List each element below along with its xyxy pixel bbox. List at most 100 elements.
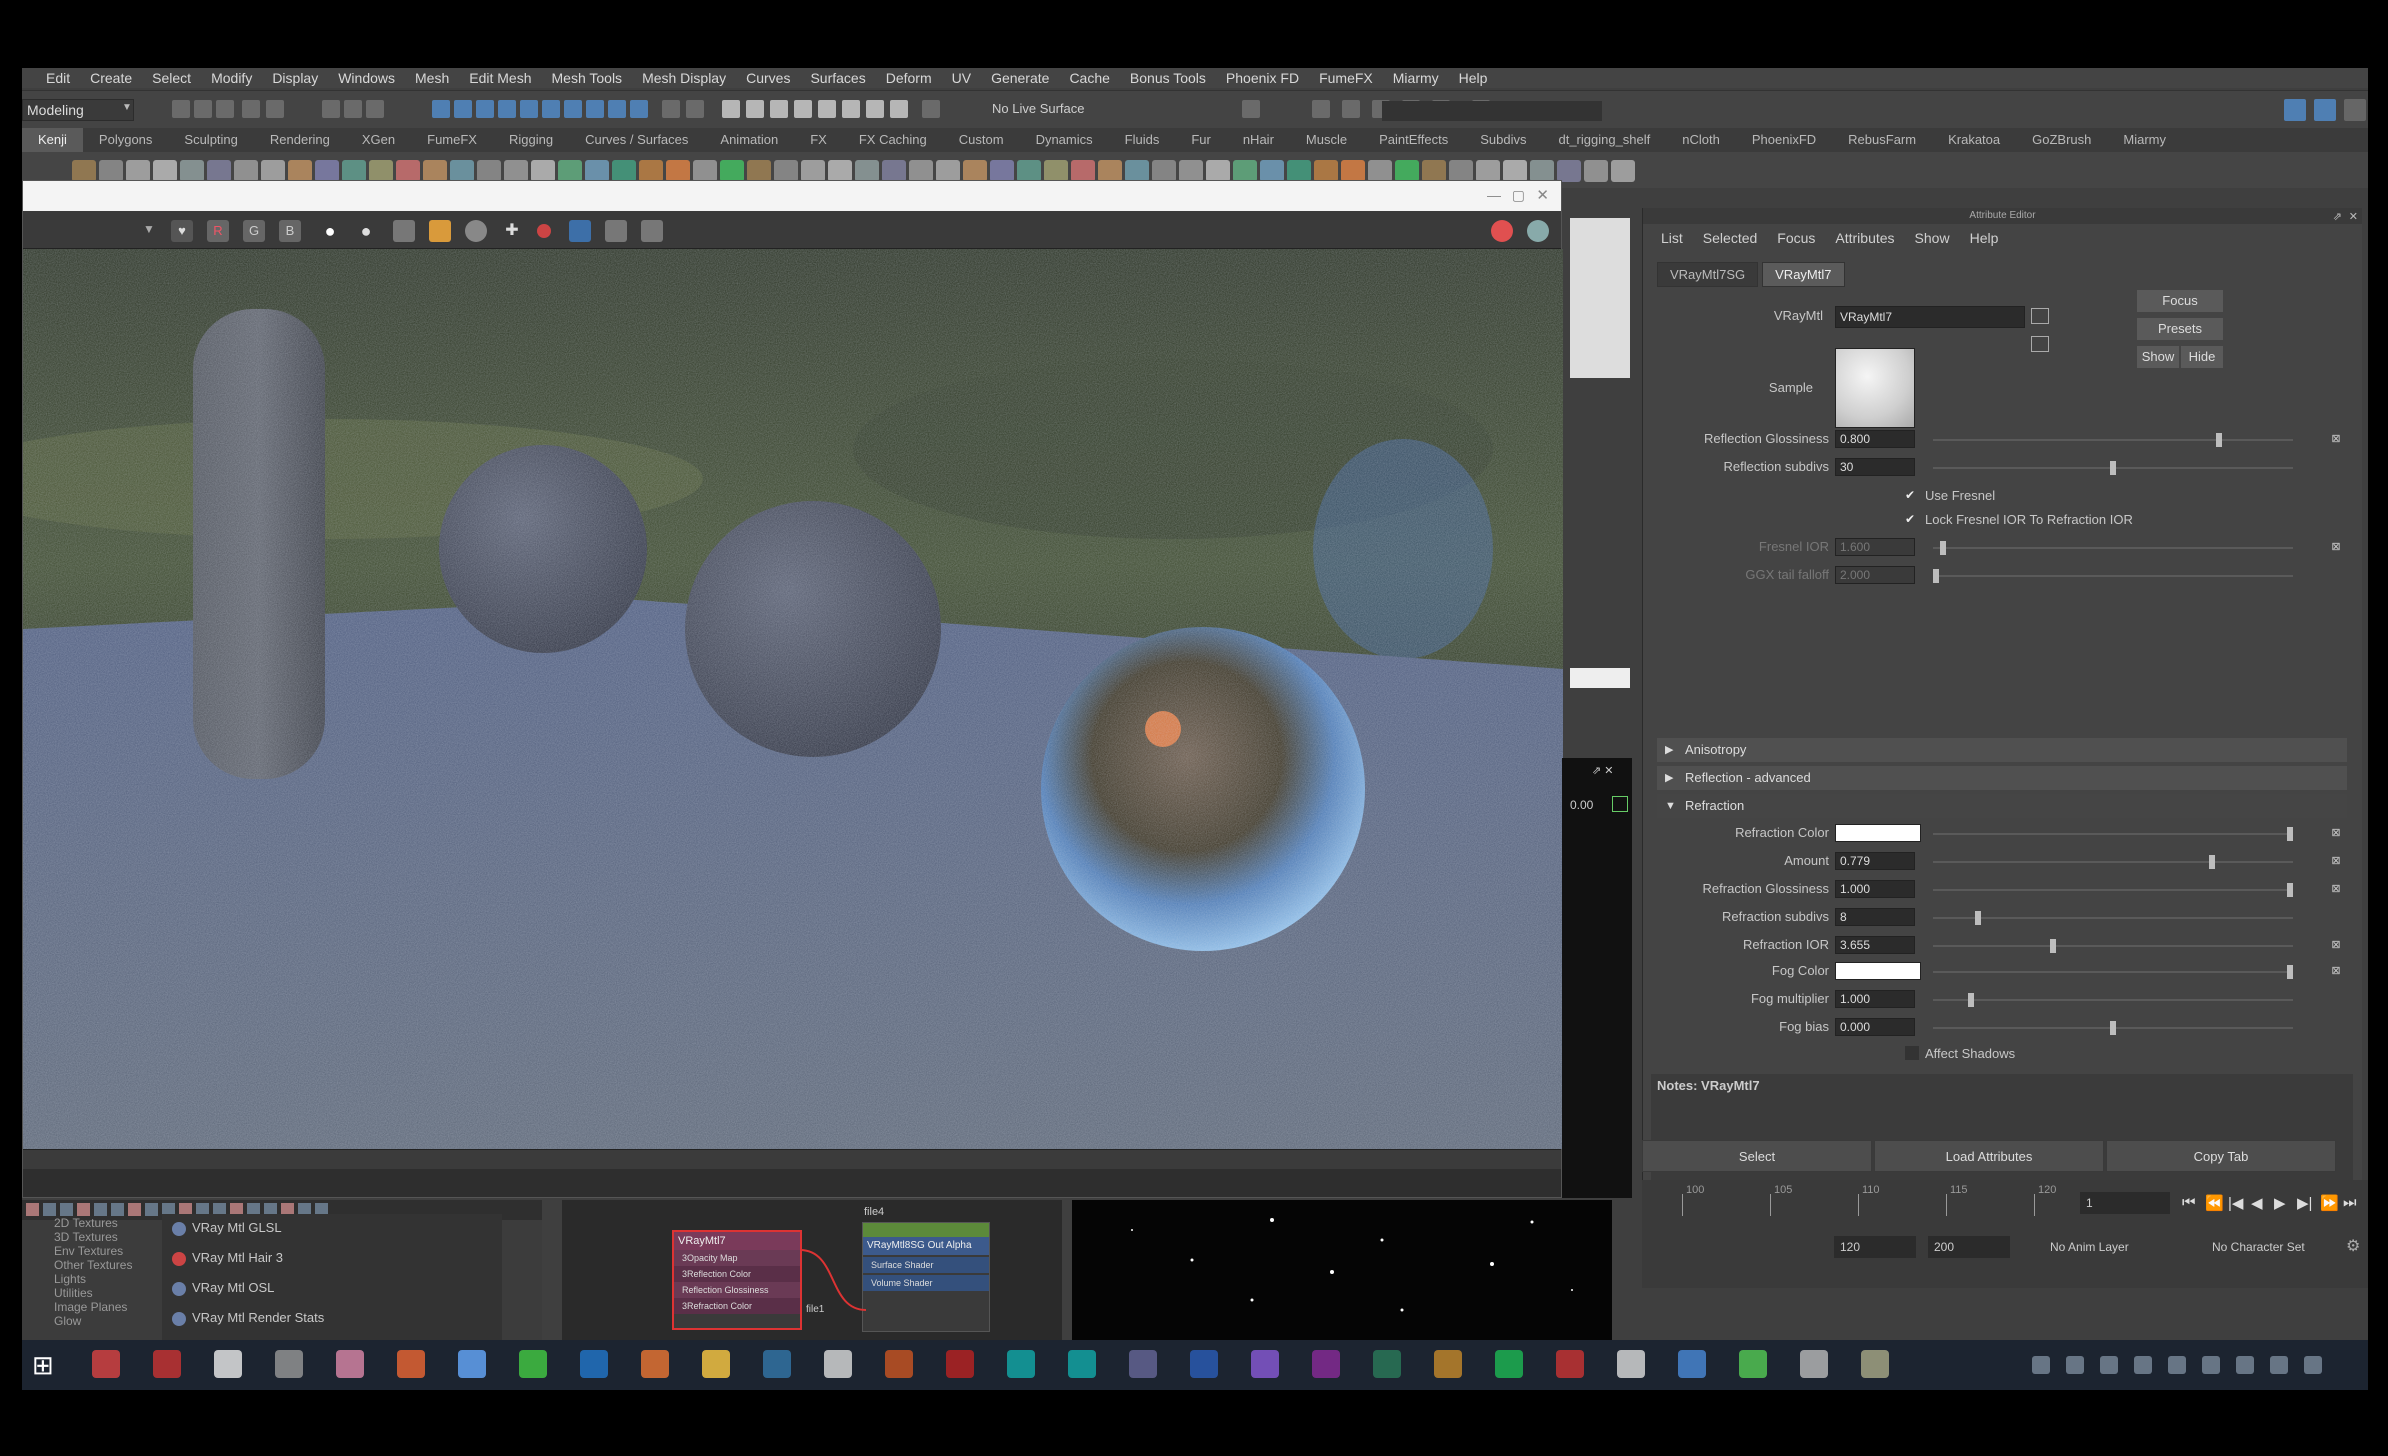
menu-item-uv[interactable]: UV: [952, 70, 971, 86]
tray-icon[interactable]: [2304, 1356, 2322, 1374]
status-tool-icon[interactable]: [194, 100, 212, 118]
mode-select[interactable]: Modeling: [22, 99, 134, 121]
reflection-glossiness-slider[interactable]: [1933, 433, 2293, 447]
reflection-subdivs-field[interactable]: 30: [1835, 458, 1915, 476]
fresnel-ior-slider-handle[interactable]: [1940, 541, 1947, 555]
playback-control-icon[interactable]: ⏪: [2205, 1194, 2224, 1212]
ae-menu-help[interactable]: Help: [1970, 230, 1999, 246]
menu-item-edit[interactable]: Edit: [46, 70, 70, 86]
hypershade-tool-icon[interactable]: [94, 1203, 107, 1216]
shelf-tool-icon[interactable]: [423, 160, 447, 182]
menu-item-edit-mesh[interactable]: Edit Mesh: [469, 70, 531, 86]
render-viewport[interactable]: [23, 249, 1563, 1149]
ae-menu-attributes[interactable]: Attributes: [1835, 230, 1894, 246]
fog-color-slider-handle[interactable]: [2287, 965, 2293, 979]
playback-control-icon[interactable]: ⏮: [2182, 1194, 2196, 1211]
status-tool-icon[interactable]: [476, 100, 494, 118]
fog-multiplier-slider-handle[interactable]: [1968, 993, 1975, 1007]
shelf-tool-icon[interactable]: [261, 160, 285, 182]
ae-menu-show[interactable]: Show: [1915, 230, 1950, 246]
taskbar-app-icon[interactable]: [1495, 1350, 1523, 1378]
taskbar-app-icon[interactable]: [336, 1350, 364, 1378]
window-icon[interactable]: [2344, 99, 2366, 121]
shelf-tool-icon[interactable]: [72, 160, 96, 182]
playback-control-icon[interactable]: ⏩: [2320, 1194, 2339, 1212]
render-last-icon[interactable]: [569, 220, 591, 242]
status-tool-icon[interactable]: [366, 100, 384, 118]
reflection-glossiness-field[interactable]: 0.800: [1835, 430, 1915, 448]
shelf-tab-dynamics[interactable]: Dynamics: [1020, 128, 1109, 152]
playback-control-icon[interactable]: ▶|: [2297, 1194, 2312, 1212]
fog-multiplier-slider[interactable]: [1933, 993, 2293, 1007]
map-texture-icon[interactable]: ⊠: [2329, 964, 2343, 978]
refraction-amount-field[interactable]: 0.779: [1835, 852, 1915, 870]
shelf-tool-icon[interactable]: [126, 160, 150, 182]
shelf-tool-icon[interactable]: [450, 160, 474, 182]
playback-control-icon[interactable]: ⏭: [2343, 1194, 2357, 1211]
ae-menu-list[interactable]: List: [1661, 230, 1683, 246]
shelf-tab-miarmy[interactable]: Miarmy: [2107, 128, 2182, 152]
hypershade-category[interactable]: Other Textures: [54, 1258, 132, 1272]
status-tool-icon[interactable]: [662, 100, 680, 118]
shelf-tab-kenji[interactable]: Kenji: [22, 128, 83, 152]
favorite-icon[interactable]: ♥: [171, 220, 193, 242]
menu-item-cache[interactable]: Cache: [1069, 70, 1109, 86]
material-swatch[interactable]: [1835, 348, 1915, 428]
tray-icon[interactable]: [2100, 1356, 2118, 1374]
shelf-tool-icon[interactable]: [234, 160, 258, 182]
taskbar-app-icon[interactable]: [702, 1350, 730, 1378]
shelf-tool-icon[interactable]: [693, 160, 717, 182]
shelf-tool-icon[interactable]: [1449, 160, 1473, 182]
menu-item-windows[interactable]: Windows: [338, 70, 395, 86]
status-tool-icon[interactable]: [344, 100, 362, 118]
shelf-tab-fx[interactable]: FX: [794, 128, 843, 152]
shelf-tool-icon[interactable]: [207, 160, 231, 182]
shelf-tool-icon[interactable]: [1125, 160, 1149, 182]
panel-icon[interactable]: [2314, 99, 2336, 121]
refraction-subdivs-slider[interactable]: [1933, 911, 2293, 925]
shelf-tool-icon[interactable]: [342, 160, 366, 182]
shelf-tool-icon[interactable]: [1557, 160, 1581, 182]
taskbar-app-icon[interactable]: [1556, 1350, 1584, 1378]
hypershade-tool-icon[interactable]: [43, 1203, 56, 1216]
fog-color-swatch[interactable]: [1835, 962, 1921, 980]
status-tool-icon[interactable]: [866, 100, 884, 118]
status-tool-icon[interactable]: [322, 100, 340, 118]
shelf-tool-icon[interactable]: [990, 160, 1014, 182]
taskbar-app-icon[interactable]: [1800, 1350, 1828, 1378]
node-port[interactable]: Volume Shader: [863, 1275, 989, 1291]
map-texture-icon[interactable]: ⊠: [2329, 540, 2343, 554]
layout-icon[interactable]: [2284, 99, 2306, 121]
taskbar-app-icon[interactable]: [763, 1350, 791, 1378]
shelf-tool-icon[interactable]: [828, 160, 852, 182]
shelf-tool-icon[interactable]: [774, 160, 798, 182]
shelf-tool-icon[interactable]: [1395, 160, 1419, 182]
shelf-tool-icon[interactable]: [1314, 160, 1338, 182]
channel-b-button[interactable]: B: [279, 220, 301, 242]
use-fresnel-checkbox[interactable]: ✔: [1905, 488, 1919, 502]
reflection-subdivs-slider-handle[interactable]: [2110, 461, 2116, 475]
focus-button[interactable]: Focus: [2137, 290, 2223, 312]
status-tool-icon[interactable]: [794, 100, 812, 118]
shelf-tab-fumefx[interactable]: FumeFX: [411, 128, 493, 152]
render-icon[interactable]: [1527, 220, 1549, 242]
ae-menu-focus[interactable]: Focus: [1777, 230, 1815, 246]
reflection-subdivs-slider[interactable]: [1933, 461, 2293, 475]
load-attributes-button[interactable]: Load Attributes: [1874, 1140, 2104, 1172]
taskbar-app-icon[interactable]: [580, 1350, 608, 1378]
status-tool-icon[interactable]: [242, 100, 260, 118]
ae-tab-vraymtl7[interactable]: VRayMtl7: [1762, 262, 1845, 287]
taskbar-app-icon[interactable]: [519, 1350, 547, 1378]
status-tool-icon[interactable]: [1242, 100, 1260, 118]
material-name-field[interactable]: VRayMtl7: [1835, 306, 2025, 328]
shelf-tab-xgen[interactable]: XGen: [346, 128, 411, 152]
affect-shadows-checkbox[interactable]: [1905, 1046, 1919, 1060]
live-surface-label[interactable]: No Live Surface: [992, 101, 1085, 116]
shelf-tool-icon[interactable]: [396, 160, 420, 182]
shelf-tab-phoenixfd[interactable]: PhoenixFD: [1736, 128, 1832, 152]
refraction-ior-field[interactable]: 3.655: [1835, 936, 1915, 954]
hypershade-tool-icon[interactable]: [111, 1203, 124, 1216]
menu-item-curves[interactable]: Curves: [746, 70, 790, 86]
menu-item-generate[interactable]: Generate: [991, 70, 1049, 86]
shading-group-node[interactable]: VRayMtl8SG Out Alpha Surface Shader Volum…: [862, 1222, 990, 1332]
